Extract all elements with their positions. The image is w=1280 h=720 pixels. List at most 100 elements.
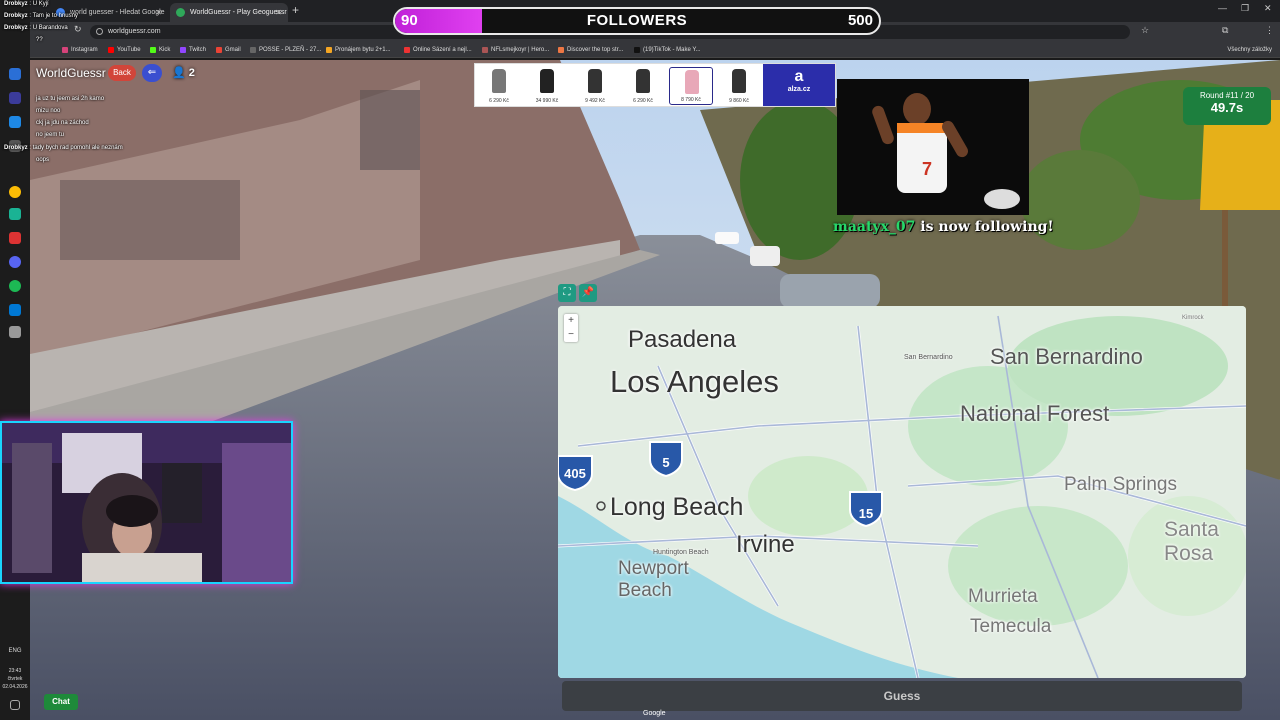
tab-title: WorldGuessr - Play Geoguessr (190, 9, 287, 16)
round-timer: 49.7s (1210, 100, 1244, 115)
notifications-icon[interactable] (10, 700, 20, 710)
alza-a-icon: a (794, 68, 804, 85)
worldguessr-logo: WorldGuessr (36, 66, 106, 80)
ad-price: 8 790 Kč (681, 97, 701, 103)
bookmark-discover[interactable]: Discover the top str... (558, 44, 623, 56)
chat-message: mizu noo (36, 108, 61, 114)
chat-message: Drobkyz : Tam je to hnusný (4, 13, 78, 19)
chair-image (636, 69, 650, 93)
site-info-icon[interactable] (96, 28, 103, 35)
basketball-player-image: 7 (837, 79, 1029, 215)
expand-map-icon[interactable]: ⛶ (558, 284, 576, 302)
chrome-icon[interactable] (9, 186, 21, 198)
app-icon[interactable] (9, 208, 21, 220)
menu-icon[interactable]: ⋮ (1265, 25, 1274, 36)
followers-goal-bar: 90 FOLLOWERS 500 (393, 7, 881, 35)
bookmarks-bar: Instagram YouTube Kick Twitch Gmail POSS… (0, 42, 1280, 58)
zoom-control: + − (564, 314, 578, 342)
ad-product[interactable]: 6 290 Kč (621, 67, 665, 105)
chat-message: ja uz tu jeem asi 2h kamo (36, 96, 105, 102)
bookmark-nfl[interactable]: NFLsmejkoyr | Hero... (482, 44, 549, 56)
close-window-icon[interactable]: ✕ (1264, 3, 1272, 14)
ad-product[interactable]: 8 790 Kč (669, 67, 713, 105)
zoom-out-button[interactable]: − (564, 328, 578, 342)
zoom-in-button[interactable]: + (564, 314, 578, 328)
chat-button[interactable]: Chat (44, 694, 78, 710)
app-icon[interactable] (9, 116, 21, 128)
bookmark-instagram[interactable]: Instagram (62, 44, 98, 56)
app-icon[interactable] (9, 326, 21, 338)
interstate-5-shield: 5 (649, 441, 683, 478)
share-icon[interactable]: ⇐ (142, 64, 162, 82)
close-tab-icon[interactable]: ✕ (275, 3, 282, 22)
guess-button[interactable]: Guess (562, 681, 1242, 711)
bookmark-gmail[interactable]: Gmail (216, 44, 241, 56)
shield-label: 405 (564, 466, 586, 481)
alert-username: maatyx_07 (833, 219, 916, 235)
map-label-small: Kimrock (1182, 315, 1204, 321)
ad-price: 9 860 Kč (729, 98, 749, 104)
ad-product[interactable]: 9 492 Kč (573, 67, 617, 105)
map-label-palm-springs: Palm Springs (1064, 474, 1177, 495)
windows-taskbar: ENG 23:43 čtvrtek 02.04.2026 (0, 0, 30, 720)
map-label-pasadena: Pasadena (628, 326, 737, 353)
ad-product[interactable]: 34 990 Kč (525, 67, 569, 105)
players-value: 2 (188, 67, 195, 79)
bookmark-tiktok[interactable]: (19)TikTok - Make Y... (634, 44, 701, 56)
follower-alert-text: maatyx_07 is now following! (833, 219, 1054, 235)
bookmark-star-icon[interactable]: ☆ (1141, 25, 1149, 36)
bookmark-kick[interactable]: Kick (150, 44, 170, 56)
back-button[interactable]: Back (108, 65, 136, 81)
map-label-san-bernardino: San Bernardino (990, 344, 1143, 369)
map-label-temecula: Temecula (970, 616, 1052, 637)
alert-message: is now following! (920, 219, 1054, 235)
chat-message: ?? (36, 37, 43, 43)
minimize-icon[interactable]: — (1218, 3, 1227, 13)
alza-ad-banner[interactable]: 6 290 Kč 34 990 Kč 9 492 Kč 6 290 Kč 8 7… (474, 63, 836, 107)
chat-message: Drobkyz : tady bych rad pomohl ale nezná… (4, 145, 123, 151)
ad-price: 34 990 Kč (535, 98, 559, 104)
pc-case-image (540, 69, 554, 93)
chair-image (685, 70, 699, 94)
bookmark-sazeni[interactable]: Online Sázení a nejl... (404, 44, 472, 56)
extensions-icon[interactable]: ⧉ (1222, 25, 1228, 36)
ad-price: 9 492 Kč (585, 98, 605, 104)
new-tab-button[interactable]: + (292, 3, 299, 17)
map-label-small: Huntington Beach (653, 549, 709, 556)
players-count: 👤 2 (172, 66, 195, 79)
ad-product[interactable]: 9 860 Kč (717, 67, 761, 105)
reload-icon[interactable]: ↻ (74, 24, 82, 35)
map-label-small: San Bernardino (904, 354, 953, 361)
tab-worldguessr[interactable]: WorldGuessr - Play Geoguessr ✕ (170, 3, 288, 22)
pin-map-icon[interactable]: 📌 (579, 284, 597, 302)
close-tab-icon[interactable]: ✕ (155, 3, 162, 22)
chat-message: ckj ja jdu na záchod (36, 120, 89, 126)
app-icon[interactable] (9, 92, 21, 104)
discord-icon[interactable] (9, 256, 21, 268)
maximize-icon[interactable]: ❐ (1241, 3, 1249, 14)
language-indicator[interactable]: ENG (0, 648, 30, 654)
chat-message: Drobkyz : U Kyjí (4, 1, 49, 7)
app-icon[interactable] (9, 232, 21, 244)
guess-map[interactable]: 405 5 15 + − Pasadena Los Angeles San Be… (558, 306, 1246, 678)
clock-date: 02.04.2026 (2, 684, 28, 690)
start-icon[interactable] (9, 68, 21, 80)
svg-text:7: 7 (922, 159, 932, 179)
round-label: Round #11 / 20 (1199, 91, 1255, 100)
spotify-icon[interactable] (9, 280, 21, 292)
ad-product[interactable]: 6 290 Kč (477, 67, 521, 105)
follower-alert-image: 7 (837, 79, 1029, 215)
tab-title: world guesser - Hledat Google (70, 9, 165, 16)
app-icon[interactable] (9, 304, 21, 316)
chair-image (588, 69, 602, 93)
map-label-irvine: Irvine (736, 531, 795, 558)
bookmark-youtube[interactable]: YouTube (108, 44, 141, 56)
alza-logo[interactable]: a alza.cz (763, 64, 835, 106)
followers-label: FOLLOWERS (586, 12, 688, 29)
bookmark-posse[interactable]: POSSE - PLZEŇ - 27... (250, 44, 321, 56)
alza-brand: alza.cz (787, 86, 811, 93)
bookmark-twitch[interactable]: Twitch (180, 44, 206, 56)
round-indicator: Round #11 / 20 49.7s (1183, 87, 1271, 125)
bookmark-pronajem[interactable]: Pronájem bytu 2+1... (326, 44, 391, 56)
all-bookmarks-folder[interactable]: Všechny záložky (1227, 44, 1272, 56)
